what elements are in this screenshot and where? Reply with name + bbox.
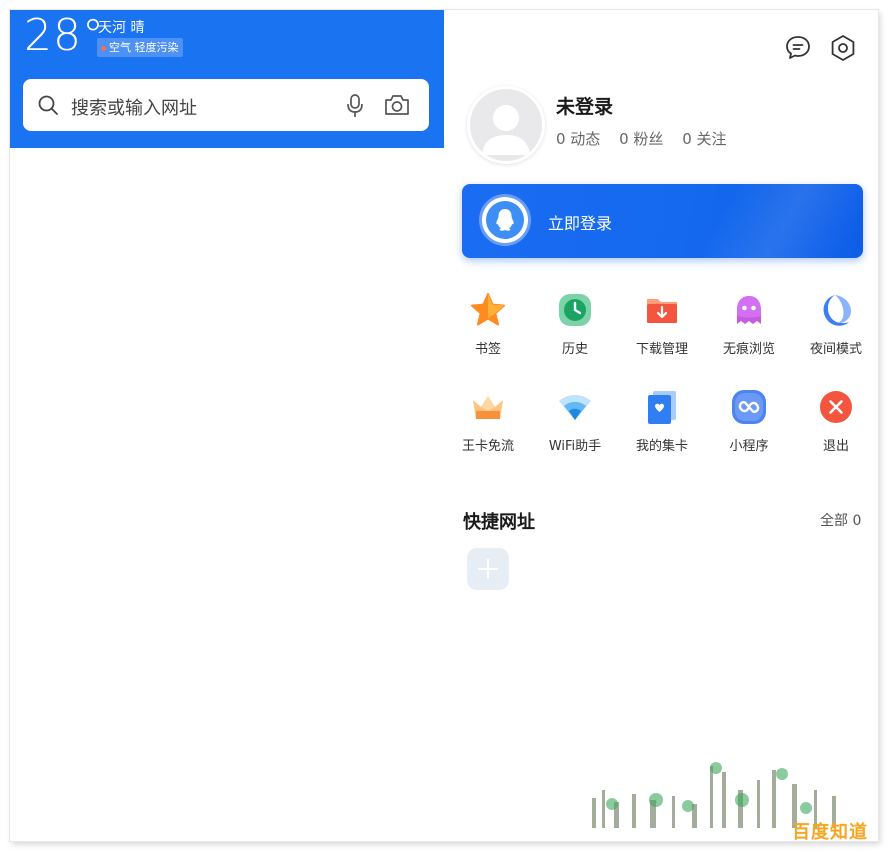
grid-item-label: 退出	[822, 439, 849, 454]
grid-item-label: 下载管理	[635, 342, 688, 357]
air-quality-badge: 空气 轻度污染	[97, 38, 183, 57]
weather-location: 天河 晴	[98, 20, 145, 36]
avatar-placeholder-icon	[482, 105, 530, 155]
user-name[interactable]: 未登录	[556, 92, 613, 119]
search-bar[interactable]: 搜索或输入网址	[23, 79, 429, 131]
grid-item-history[interactable]: 历史	[540, 292, 610, 357]
message-icon[interactable]	[784, 34, 812, 66]
grid-item-label: 小程序	[729, 439, 769, 454]
air-quality-dot	[101, 45, 106, 51]
avatar[interactable]	[467, 86, 545, 164]
grid-item-king-card[interactable]: 王卡免流	[453, 389, 523, 454]
shortcuts-title: 快捷网址	[463, 512, 535, 533]
grid-item-incognito[interactable]: 无痕浏览	[714, 292, 784, 357]
clock-icon	[557, 292, 593, 328]
grid-item-night-mode[interactable]: 夜间模式	[801, 292, 871, 357]
mic-icon[interactable]	[345, 93, 365, 123]
grid-item-label: 无痕浏览	[722, 342, 775, 357]
grid-item-label: 夜间模式	[809, 342, 862, 357]
ghost-icon	[731, 292, 767, 328]
mini-program-icon	[731, 389, 767, 425]
stat-fans[interactable]: 0 粉丝	[619, 130, 663, 148]
shortcuts-all-link[interactable]: 全部 0	[820, 510, 861, 530]
stat-posts[interactable]: 0 动态	[556, 130, 600, 148]
search-icon	[37, 94, 59, 120]
moon-icon	[818, 292, 854, 328]
watermark-text: 百度知道	[792, 822, 868, 843]
grid-item-wifi[interactable]: WiFi助手	[540, 389, 610, 454]
exit-icon	[818, 389, 854, 425]
login-button[interactable]: 立即登录	[462, 184, 863, 258]
star-icon	[470, 292, 506, 328]
add-shortcut-button[interactable]	[467, 548, 509, 590]
grid-item-exit[interactable]: 退出	[801, 389, 871, 454]
card-icon	[644, 389, 680, 425]
stat-following[interactable]: 0 关注	[682, 130, 726, 148]
login-button-decoration	[663, 184, 863, 258]
camera-icon[interactable]	[383, 93, 411, 121]
wifi-icon	[557, 389, 593, 425]
grid-item-bookmarks[interactable]: 书签	[453, 292, 523, 357]
grid-item-label: 历史	[561, 342, 588, 357]
grid-item-label: 王卡免流	[461, 439, 514, 454]
grid-item-label: 我的集卡	[635, 439, 688, 454]
login-label: 立即登录	[548, 214, 613, 233]
grid-item-label: WiFi助手	[548, 439, 602, 454]
temperature: 28°	[24, 10, 105, 61]
settings-icon[interactable]	[828, 33, 858, 67]
search-placeholder: 搜索或输入网址	[71, 98, 197, 119]
grid-item-mini-program[interactable]: 小程序	[714, 389, 784, 454]
grid-item-downloads[interactable]: 下载管理	[627, 292, 697, 357]
user-stats: 0 动态 0 粉丝 0 关注	[556, 128, 741, 149]
air-quality-text: 空气 轻度污染	[109, 41, 179, 54]
qq-icon	[482, 197, 528, 243]
crown-icon	[470, 389, 506, 425]
grid-item-my-cards[interactable]: 我的集卡	[627, 389, 697, 454]
grid-item-label: 书签	[474, 342, 501, 357]
download-folder-icon	[644, 292, 680, 328]
